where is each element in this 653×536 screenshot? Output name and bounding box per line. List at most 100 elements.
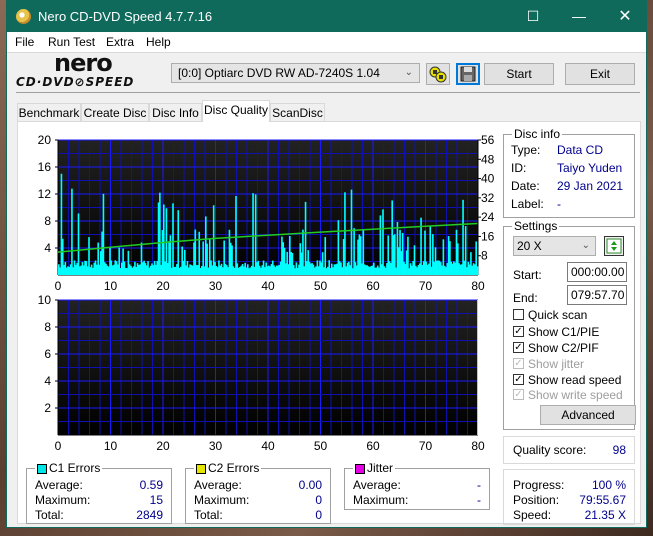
x-tick-label: 50 [314, 439, 328, 453]
c1-error-bar [252, 193, 254, 275]
tab-scandisc[interactable]: ScanDisc [270, 103, 325, 121]
c2-error-chart: 0 10 20 30 40 50 60 70 80 2 4 6 8 10 [38, 294, 485, 453]
jitter-maximum-label: Maximum: [353, 493, 409, 507]
y-tick-label: 2 [44, 401, 51, 415]
disc-info-title: Disc info [512, 127, 563, 141]
disc-type-value: Data CD [557, 143, 604, 157]
checkbox-label: Quick scan [528, 308, 588, 322]
speed-label: Speed: [513, 508, 552, 522]
tab-disc-info[interactable]: Disc Info [149, 103, 202, 121]
y2-tick-label: 56 [481, 133, 495, 147]
y2-tick-label: 24 [481, 210, 495, 224]
exit-button[interactable]: Exit [565, 63, 635, 85]
jitter-average-label: Average: [353, 478, 401, 492]
quality-score-group: Quality score: 98 [503, 436, 635, 464]
minimize-button[interactable]: — [556, 1, 602, 32]
y2-tick-label: 40 [481, 172, 495, 186]
c1-error-bar [71, 188, 73, 275]
menu-help[interactable]: Help [146, 35, 171, 49]
y-tick-label: 12 [38, 187, 52, 201]
disc-id-label: ID: [511, 161, 527, 175]
y-tick-label: 6 [44, 347, 51, 361]
tab-disc-quality[interactable]: Disc Quality [202, 100, 270, 122]
check-icon: ✓ [513, 389, 524, 400]
refresh-button[interactable] [604, 236, 624, 256]
y2-tick-label: 48 [481, 152, 495, 166]
check-icon: ✓ [513, 374, 524, 385]
speed-select[interactable]: 20 X ⌄ [513, 236, 596, 256]
y2-tick-label: 16 [481, 229, 495, 243]
quality-score-value: 98 [612, 443, 626, 457]
refresh-icon [606, 238, 622, 254]
x-tick-label: 70 [419, 439, 433, 453]
c1-errors-title: C1 Errors [35, 461, 103, 475]
jitter-group: Jitter Average: - Maximum: - [344, 461, 490, 510]
tab-create-disc[interactable]: Create Disc [81, 103, 149, 121]
position-label: Position: [513, 493, 560, 507]
logo-nero-text: nero [54, 49, 113, 77]
position-value: 79:55.67 [579, 493, 626, 507]
jitter-maximum-value: - [477, 493, 481, 507]
start-time-input[interactable]: 000:00.00 [567, 262, 627, 282]
menu-extra[interactable]: Extra [106, 35, 134, 49]
x-tick-label: 10 [104, 439, 118, 453]
c2-average-value: 0.00 [298, 478, 322, 492]
x-tick-label: 80 [471, 279, 485, 293]
x-tick-label: 80 [471, 439, 485, 453]
advanced-button[interactable]: Advanced [540, 405, 636, 425]
minimize-icon: — [572, 8, 586, 24]
x-tick-label: 70 [419, 279, 433, 293]
disc-label-label: Label: [511, 197, 544, 211]
x-tick-label: 20 [156, 279, 170, 293]
c1-error-bar [235, 196, 237, 275]
y-tick-label: 20 [38, 133, 52, 147]
c2-errors-group: C2 Errors Average: 0.00 Maximum: 0 Total… [185, 461, 331, 524]
disc-quality-panel: 0 10 20 30 40 50 60 70 80 4 8 12 16 20 8 16 24 32 40 48 56 0… [17, 121, 641, 525]
c1-maximum-value: 15 [149, 493, 163, 507]
start-button[interactable]: Start [484, 63, 554, 85]
c1-error-bar [177, 210, 180, 275]
c1-error-bar [159, 192, 161, 275]
chevron-down-icon: ⌄ [404, 67, 413, 78]
check-icon: ✓ [513, 342, 524, 353]
x-tick-label: 20 [156, 439, 170, 453]
x-tick-label: 30 [209, 279, 223, 293]
checkbox-label: Show C2/PIF [528, 341, 599, 355]
y-tick-label: 4 [44, 241, 51, 255]
c1-total-label: Total: [35, 508, 64, 522]
chevron-down-icon: ⌄ [581, 240, 590, 251]
tab-benchmark[interactable]: Benchmark [17, 103, 81, 121]
c1-error-bar [77, 213, 80, 275]
quality-score-label: Quality score: [513, 443, 587, 457]
x-tick-label: 40 [261, 439, 275, 453]
x-tick-label: 40 [261, 279, 275, 293]
x-tick-label: 60 [366, 439, 380, 453]
y-tick-label: 8 [44, 214, 51, 228]
close-button[interactable]: ✕ [602, 1, 648, 32]
app-icon [16, 9, 31, 24]
progress-label: Progress: [513, 478, 565, 492]
checkbox-label: Show C1/PIE [528, 325, 600, 339]
x-tick-label: 60 [366, 279, 380, 293]
x-tick-label: 0 [55, 279, 62, 293]
c1-error-bar [476, 266, 479, 275]
y-tick-label: 4 [44, 374, 51, 388]
menu-run-test[interactable]: Run Test [48, 35, 95, 49]
menu-file[interactable]: File [15, 35, 34, 49]
c2-average-label: Average: [194, 478, 242, 492]
drive-config-button[interactable] [426, 63, 450, 85]
jitter-title-text: Jitter [367, 461, 394, 475]
drive-select[interactable]: [0:0] Optiarc DVD RW AD-7240S 1.04 ⌄ [171, 63, 420, 83]
maximize-icon: ☐ [526, 8, 540, 24]
end-time-input[interactable]: 079:57.70 [567, 285, 627, 305]
c1-error-bar [172, 203, 174, 275]
logo-subtitle: CD·DVD⊘SPEED [16, 75, 135, 89]
save-button[interactable] [456, 63, 480, 85]
c1-errors-title-text: C1 Errors [49, 461, 101, 475]
maximize-button[interactable]: ☐ [510, 1, 556, 32]
jitter-average-value: - [477, 478, 481, 492]
disc-id-value: Taiyo Yuden [557, 161, 623, 175]
c2-color-swatch [196, 463, 206, 474]
save-icon [460, 66, 476, 82]
c1-average-value: 0.59 [139, 478, 163, 492]
